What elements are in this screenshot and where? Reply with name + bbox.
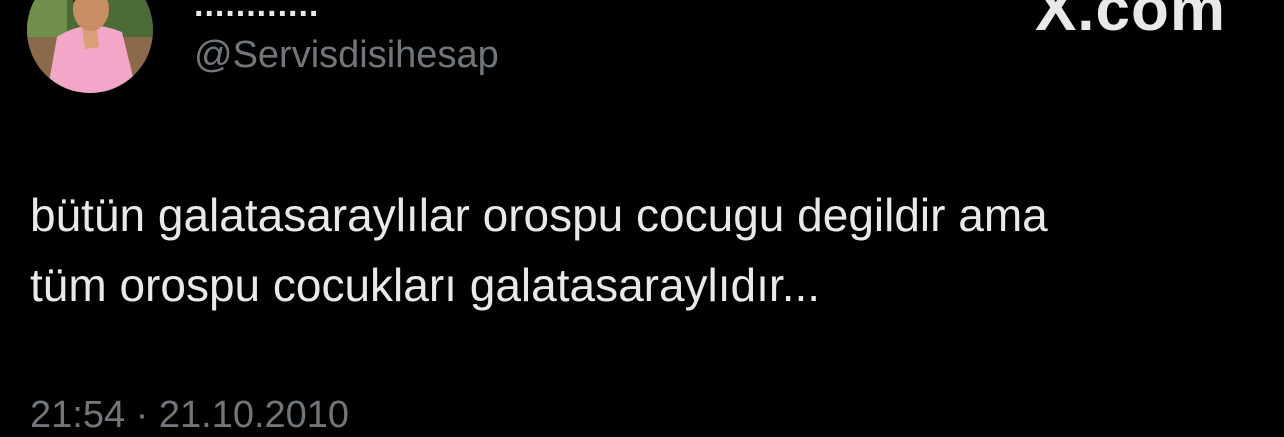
avatar[interactable] — [27, 0, 153, 93]
display-name[interactable]: ............ — [194, 0, 319, 25]
watermark-logo: X.com — [1034, 0, 1226, 44]
user-handle[interactable]: @Servisdisihesap — [194, 34, 499, 77]
tweet-text: bütün galatasaraylılar orospu cocugu deg… — [30, 180, 1260, 320]
tweet-text-line: bütün galatasaraylılar orospu cocugu deg… — [30, 189, 1048, 241]
tweet-timestamp[interactable]: 21:54 · 21.10.2010 — [30, 394, 349, 437]
tweet-text-line: tüm orospu cocukları galatasaraylıdır... — [30, 259, 821, 311]
avatar-photo — [27, 0, 153, 93]
